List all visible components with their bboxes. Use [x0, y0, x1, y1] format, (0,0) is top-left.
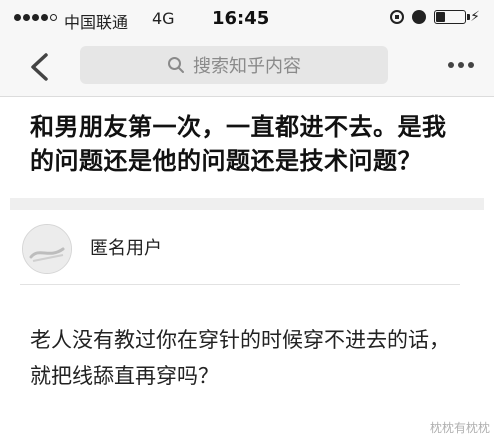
search-placeholder: 搜索知乎内容	[193, 56, 301, 77]
author-name[interactable]: 匿名用户	[90, 234, 162, 260]
carrier-name: 中国联通	[64, 13, 129, 32]
network-type: 4G	[152, 9, 175, 28]
more-dots-icon	[448, 62, 454, 68]
battery-level	[436, 12, 445, 22]
anonymous-avatar-icon	[23, 225, 71, 273]
signal-strength-icon	[14, 14, 57, 21]
search-input[interactable]: 搜索知乎内容	[80, 46, 388, 84]
author-divider	[20, 284, 460, 285]
avatar[interactable]	[22, 224, 72, 274]
status-icons: ⚡	[390, 9, 480, 25]
question-title[interactable]: 和男朋友第一次，一直都进不去。是我的问题还是他的问题还是技术问题？	[30, 110, 470, 178]
charging-icon: ⚡	[470, 9, 480, 25]
status-bar: 中国联通 4G 16:45 ⚡	[0, 0, 494, 38]
chevron-left-icon	[31, 53, 48, 81]
status-time: 16:45	[212, 8, 270, 29]
search-icon	[167, 56, 185, 74]
watermark: 枕枕有枕枕	[429, 421, 490, 435]
alarm-icon	[412, 10, 427, 24]
nav-bar: 搜索知乎内容	[0, 38, 494, 97]
rotation-lock-icon	[390, 10, 405, 24]
battery-icon	[434, 10, 471, 24]
answer-text[interactable]: 老人没有教过你在穿针的时候穿不进去的话，就把线舔直再穿吗？	[30, 322, 470, 394]
section-divider	[10, 198, 484, 210]
answer-author-row[interactable]: 匿名用户	[22, 222, 472, 276]
back-button[interactable]	[26, 52, 54, 82]
more-button[interactable]	[448, 62, 474, 68]
